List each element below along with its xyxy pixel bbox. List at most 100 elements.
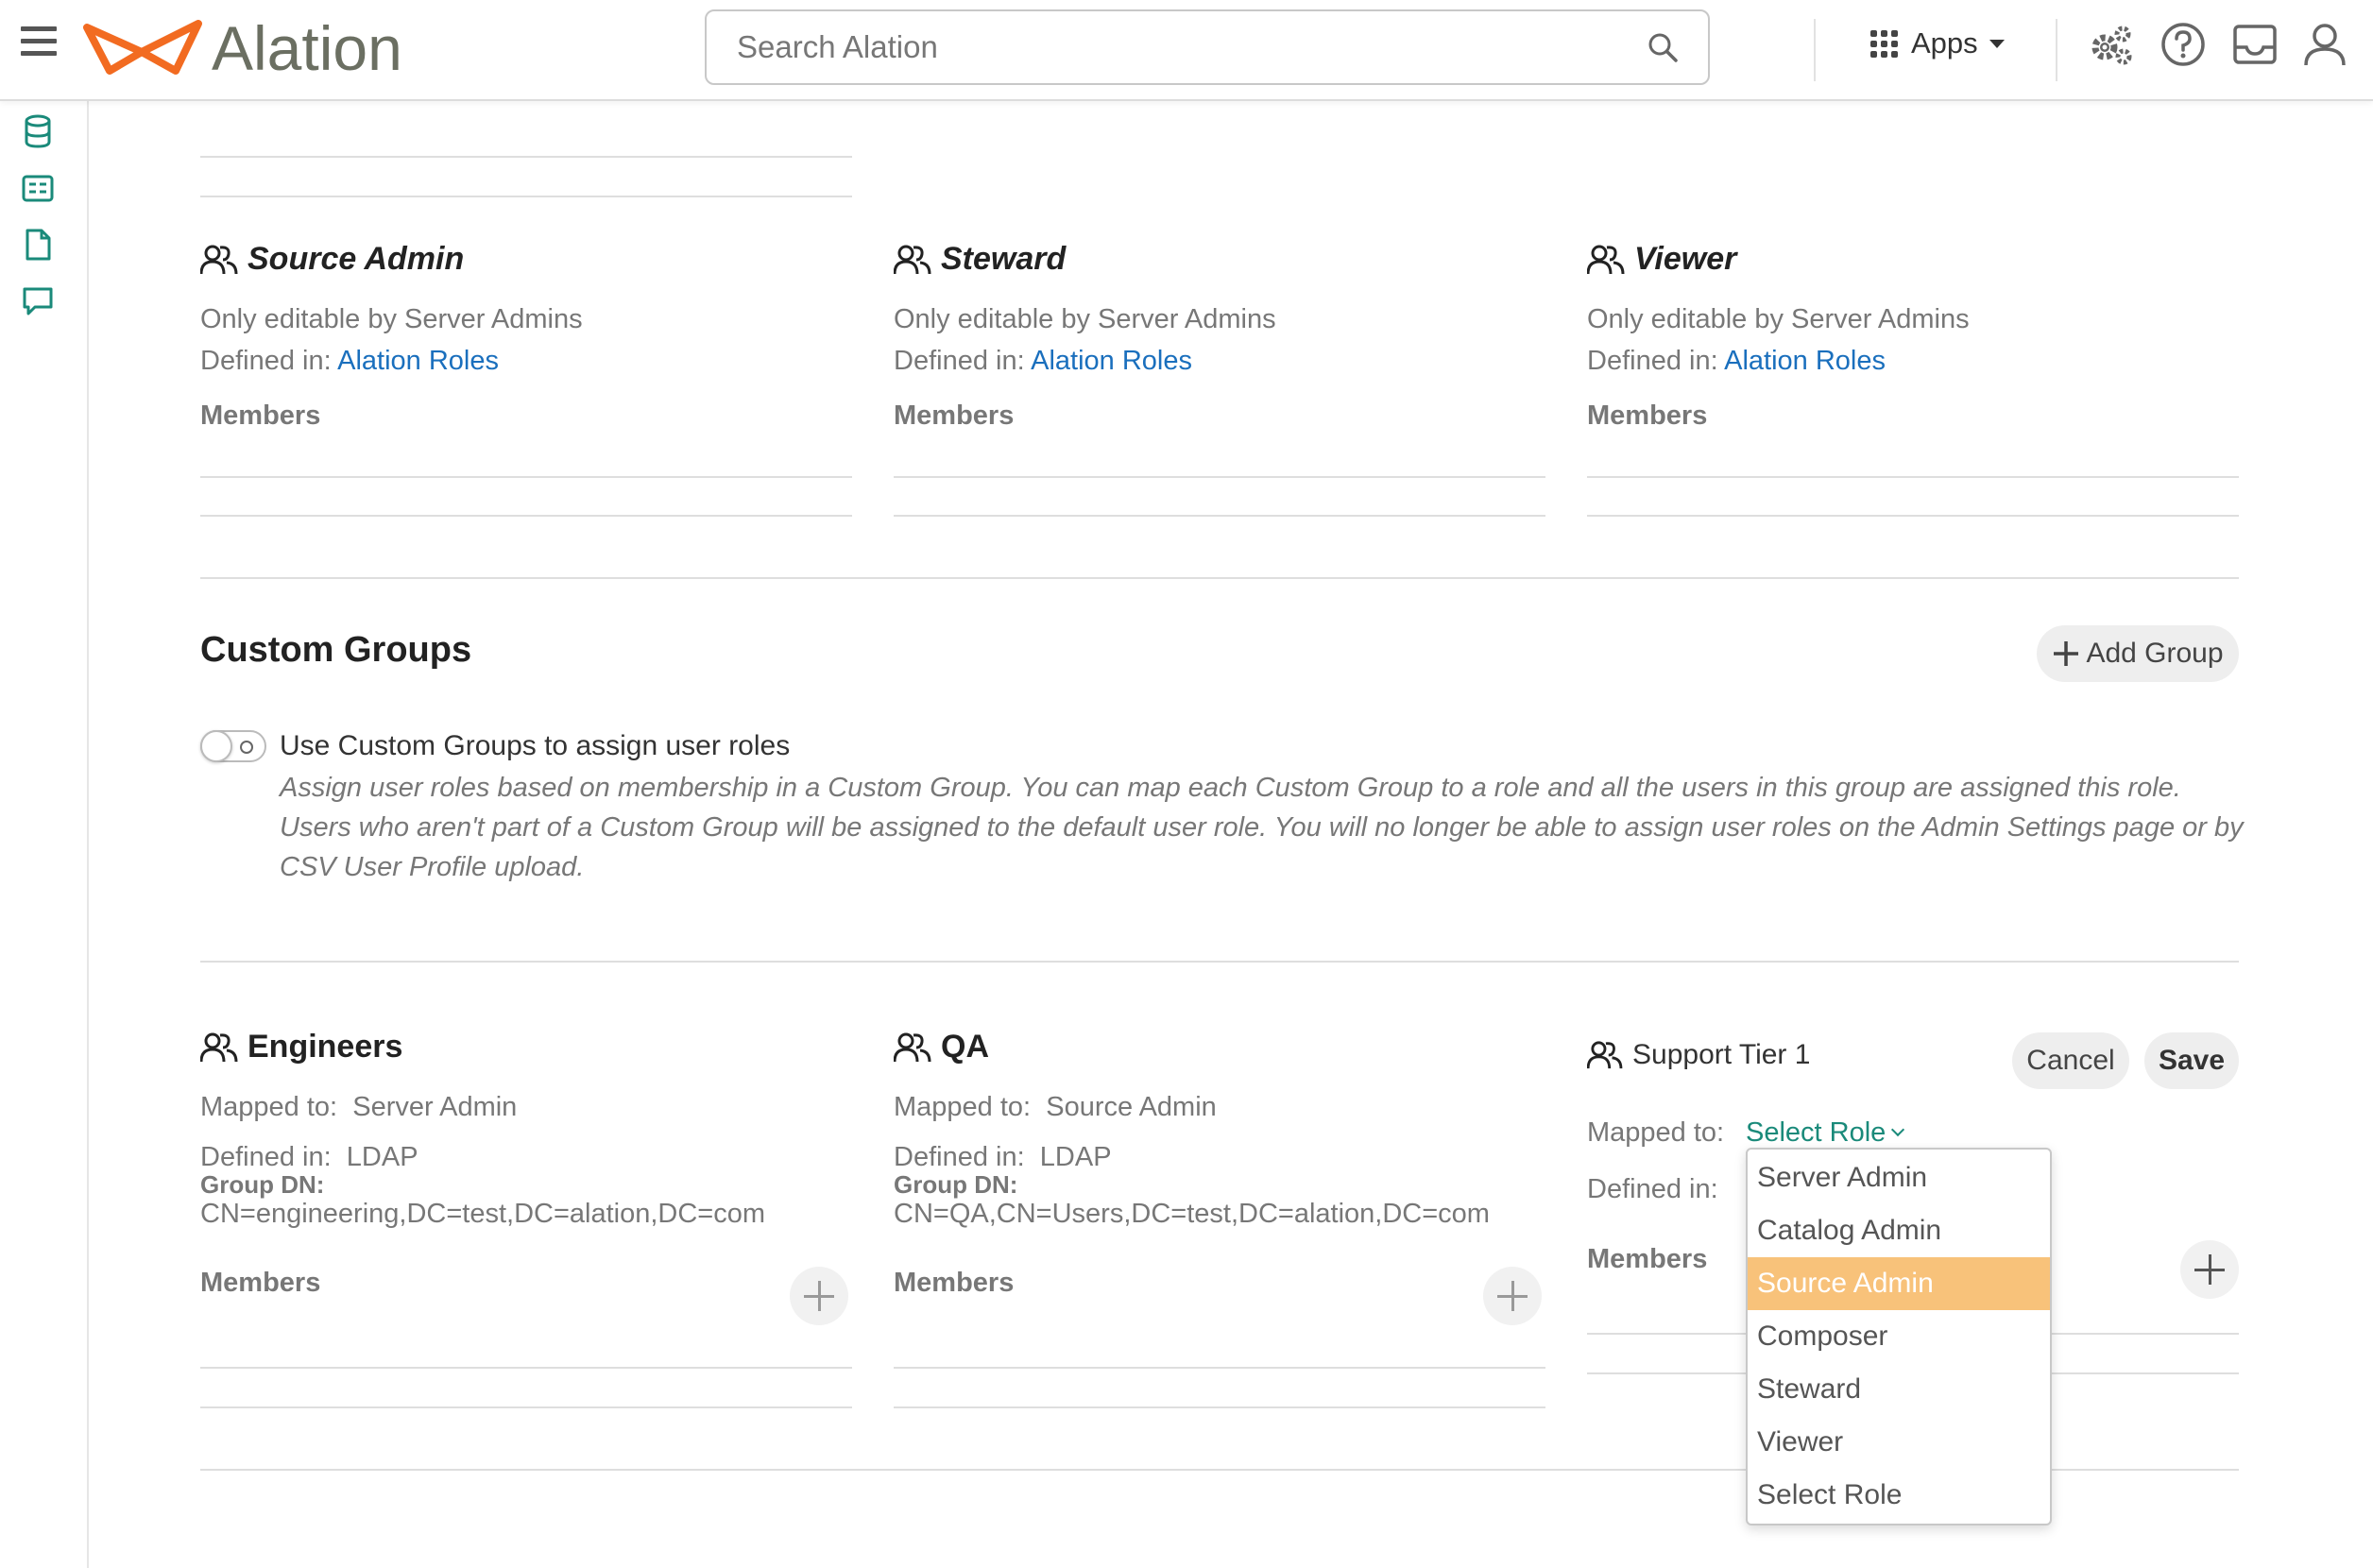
user-profile-icon[interactable] xyxy=(2301,21,2348,68)
defined-in-label: Defined in: xyxy=(1587,346,1718,376)
defined-in-row: Defined in: LDAP xyxy=(200,1143,852,1171)
defined-in-row: Defined in: Alation Roles xyxy=(1587,340,2239,382)
role-title: Source Admin xyxy=(200,241,852,278)
search-icon[interactable] xyxy=(1646,30,1680,69)
settings-gears-icon[interactable] xyxy=(2088,21,2135,68)
divider xyxy=(200,1406,852,1408)
role-name: Viewer xyxy=(1634,241,1737,277)
role-option-source-admin[interactable]: Source Admin xyxy=(1748,1257,2050,1310)
group-people-icon xyxy=(200,1032,238,1062)
group-name: Engineers xyxy=(248,1029,403,1065)
group-people-icon xyxy=(200,245,238,274)
defined-in-label: Defined in: xyxy=(894,1142,1025,1172)
role-option-viewer[interactable]: Viewer xyxy=(1748,1416,2050,1469)
role-option-server-admin[interactable]: Server Admin xyxy=(1748,1151,2050,1204)
role-option-select-role[interactable]: Select Role xyxy=(1748,1469,2050,1522)
database-icon[interactable] xyxy=(21,114,55,148)
toggle-label: Use Custom Groups to assign user roles xyxy=(280,730,791,761)
alation-roles-link[interactable]: Alation Roles xyxy=(1031,346,1192,376)
defined-in-label: Defined in: xyxy=(200,346,332,376)
divider xyxy=(894,476,1545,478)
mapped-to-row: Mapped to: Source Admin xyxy=(894,1086,1545,1128)
defined-in-label: Defined in: xyxy=(894,346,1025,376)
add-member-button[interactable] xyxy=(2180,1240,2239,1299)
table-card-icon[interactable] xyxy=(21,171,55,205)
mapped-role: Server Admin xyxy=(352,1092,518,1122)
save-button[interactable]: Save xyxy=(2144,1032,2239,1089)
members-label: Members xyxy=(894,401,1015,431)
section-divider xyxy=(200,961,2239,963)
plus-icon xyxy=(2054,641,2079,666)
add-member-button[interactable] xyxy=(1483,1267,1542,1325)
help-icon[interactable] xyxy=(2160,21,2207,68)
group-title: QA xyxy=(894,1029,1545,1065)
defined-in-row: Defined in: Alation Roles xyxy=(894,340,1545,382)
toggle-off-indicator-icon xyxy=(240,741,253,754)
apps-menu-button[interactable]: Apps xyxy=(1870,26,2005,60)
role-name: Source Admin xyxy=(248,241,465,277)
alation-roles-link[interactable]: Alation Roles xyxy=(337,346,499,376)
group-dn-value: CN=engineering,DC=test,DC=alation,DC=com xyxy=(200,1199,766,1229)
role-card-source-admin: Source Admin Only editable by Server Adm… xyxy=(200,241,852,432)
mapped-to-row: Mapped to: Server Admin xyxy=(200,1086,852,1128)
custom-groups-toggle[interactable] xyxy=(200,730,266,762)
main-content: Source Admin Only editable by Server Adm… xyxy=(89,101,2373,1568)
brand-name: Alation xyxy=(212,13,402,83)
role-title: Steward xyxy=(894,241,1545,278)
role-option-catalog-admin[interactable]: Catalog Admin xyxy=(1748,1204,2050,1257)
alation-logo-mark-icon xyxy=(83,20,202,75)
divider xyxy=(894,515,1545,517)
group-name: QA xyxy=(941,1029,989,1065)
role-option-composer[interactable]: Composer xyxy=(1748,1310,2050,1363)
left-sidebar xyxy=(0,101,89,1568)
mapped-to-label: Mapped to: xyxy=(894,1092,1032,1122)
defined-in-label: Defined in: xyxy=(200,1142,332,1172)
members-label: Members xyxy=(894,1268,1015,1298)
search-box[interactable] xyxy=(705,9,1710,85)
group-dn-value: CN=QA,CN=Users,DC=test,DC=alation,DC=com xyxy=(894,1199,1490,1229)
chevron-down-icon xyxy=(1891,1122,1905,1137)
defined-in-source: LDAP xyxy=(1039,1142,1112,1172)
group-people-icon xyxy=(1587,245,1625,274)
role-option-steward[interactable]: Steward xyxy=(1748,1363,2050,1416)
editable-note: Only editable by Server Admins xyxy=(1587,304,1970,334)
role-card-viewer: Viewer Only editable by Server Admins De… xyxy=(1587,241,2239,432)
inbox-icon[interactable] xyxy=(2231,21,2279,68)
apps-grid-icon xyxy=(1870,29,1898,58)
editing-group-title: Support Tier 1 xyxy=(1587,1039,1810,1071)
group-title: Engineers xyxy=(200,1029,852,1065)
document-icon[interactable] xyxy=(21,228,55,262)
search-input[interactable] xyxy=(707,11,1613,83)
group-name: Support Tier 1 xyxy=(1632,1039,1811,1070)
divider xyxy=(200,156,852,158)
top-navigation-bar: Alation Apps xyxy=(0,0,2373,101)
role-options-menu: Server Admin Catalog Admin Source Admin … xyxy=(1746,1148,2052,1525)
divider xyxy=(1587,476,2239,478)
divider xyxy=(200,1367,852,1369)
group-card-engineers: Engineers Mapped to: Server Admin Define… xyxy=(200,1029,852,1299)
caret-down-icon xyxy=(1989,39,2005,48)
defined-in-source: LDAP xyxy=(346,1142,418,1172)
topbar-divider xyxy=(2056,19,2057,81)
divider xyxy=(200,515,852,517)
custom-groups-title: Custom Groups xyxy=(200,630,472,670)
add-member-button[interactable] xyxy=(790,1267,848,1325)
role-card-steward: Steward Only editable by Server Admins D… xyxy=(894,241,1545,432)
topbar-divider xyxy=(1814,19,1816,81)
divider xyxy=(894,1406,1545,1408)
group-people-icon xyxy=(1587,1041,1623,1069)
mapped-role: Source Admin xyxy=(1046,1092,1217,1122)
defined-in-row: Defined in: LDAP xyxy=(894,1143,1545,1171)
members-label: Members xyxy=(200,1268,321,1298)
alation-logo[interactable]: Alation xyxy=(83,13,402,83)
conversation-icon[interactable] xyxy=(21,284,55,318)
hamburger-menu-icon[interactable] xyxy=(21,26,57,62)
add-group-button[interactable]: Add Group xyxy=(2037,625,2239,682)
mapped-to-label: Mapped to: xyxy=(1587,1117,1725,1148)
editable-note: Only editable by Server Admins xyxy=(894,304,1276,334)
divider xyxy=(200,476,852,478)
cancel-button[interactable]: Cancel xyxy=(2012,1032,2129,1089)
section-divider xyxy=(200,577,2239,579)
alation-roles-link[interactable]: Alation Roles xyxy=(1724,346,1886,376)
group-dn-label: Group DN: xyxy=(200,1170,325,1199)
